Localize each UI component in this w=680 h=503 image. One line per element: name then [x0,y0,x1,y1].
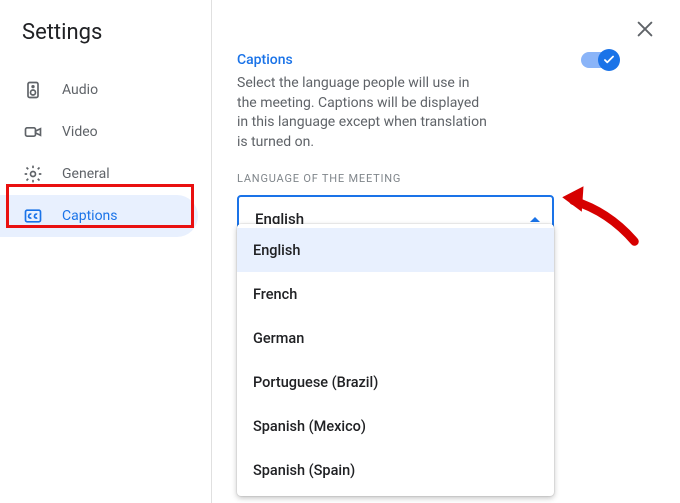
sidebar-item-audio[interactable]: Audio [0,69,210,111]
gear-icon [22,163,44,185]
captions-panel: Captions Select the language people will… [237,52,567,243]
sidebar-item-label: Audio [62,82,98,98]
captions-toggle[interactable] [581,52,617,68]
language-dropdown-menu: English French German Portuguese (Brazil… [237,224,554,496]
field-label: LANGUAGE OF THE MEETING [237,172,567,185]
close-button[interactable] [634,18,656,40]
section-description: Select the language people will use in t… [237,74,487,152]
sidebar-item-captions[interactable]: Captions [0,195,198,237]
dropdown-option[interactable]: Spanish (Spain) [237,448,554,492]
sidebar-item-label: General [62,166,110,182]
chevron-up-icon [530,217,540,222]
sidebar-item-video[interactable]: Video [0,111,210,153]
dropdown-option[interactable]: Spanish (Mexico) [237,404,554,448]
dropdown-option[interactable]: Portuguese (Brazil) [237,360,554,404]
dropdown-option[interactable]: English [237,228,554,272]
section-header: Captions [237,52,567,68]
settings-sidebar: Settings Audio Video General [0,0,210,503]
section-title: Captions [237,52,293,68]
sidebar-item-label: Video [62,124,98,140]
vertical-divider [211,0,212,503]
speaker-icon [22,79,44,101]
captions-icon [22,205,44,227]
sidebar-item-general[interactable]: General [0,153,210,195]
sidebar-item-label: Captions [62,208,118,224]
annotation-arrow [558,165,643,250]
dropdown-option[interactable]: French [237,272,554,316]
page-title: Settings [22,20,210,45]
dropdown-option[interactable]: German [237,316,554,360]
check-icon [602,53,616,67]
close-icon [634,18,656,40]
video-icon [22,121,44,143]
